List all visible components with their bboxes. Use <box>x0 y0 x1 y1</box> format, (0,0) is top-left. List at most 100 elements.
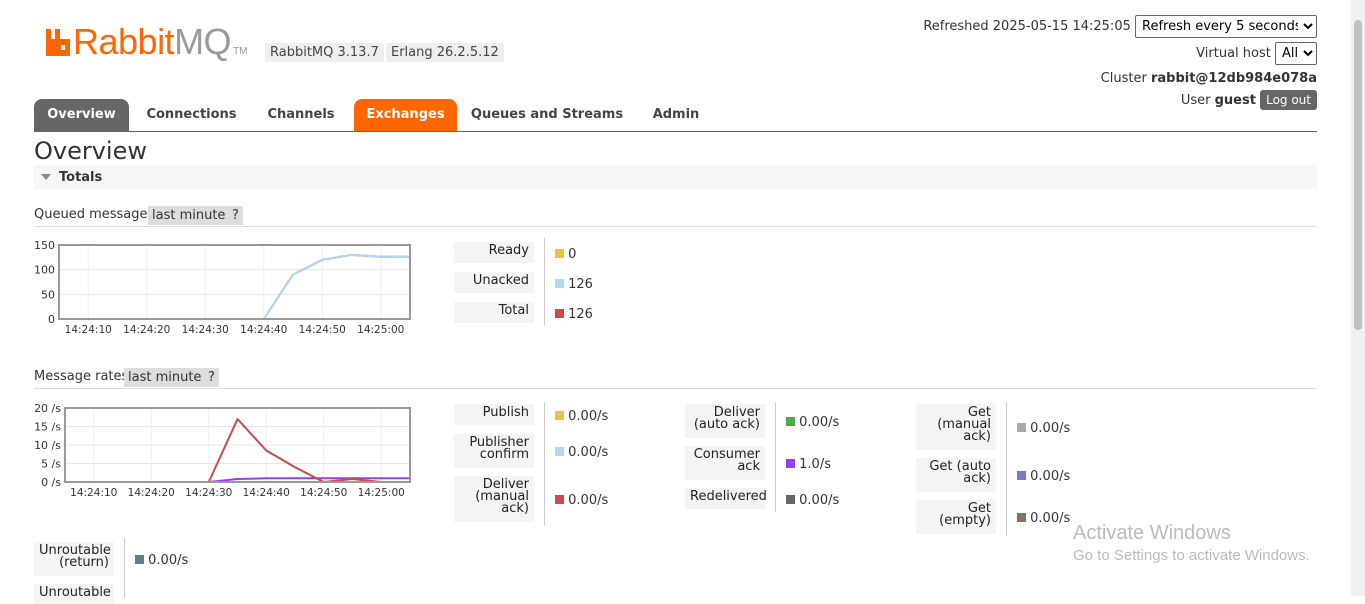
legend-consumer-ack-label: Consumer ack <box>685 446 765 480</box>
get-auto-ack-swatch <box>1017 471 1026 480</box>
legend-divider-col0 <box>124 538 125 598</box>
queued-range-button[interactable]: last minute <box>148 206 230 225</box>
section-title: Totals <box>59 170 103 185</box>
tab-channels[interactable]: Channels <box>256 99 346 131</box>
vhost-label: Virtual host <box>1196 46 1271 61</box>
activate-windows-subtitle: Go to Settings to activate Windows. <box>1073 547 1310 564</box>
legend-deliver-manual-ack-value: 0.00/s <box>555 493 608 508</box>
legend-get-manual-ack-label: Get (manual ack) <box>916 404 996 450</box>
tab-exchanges[interactable]: Exchanges <box>354 99 457 131</box>
rates-range-button[interactable]: last minute <box>124 368 206 387</box>
trademark: TM <box>233 46 248 57</box>
get-manual-ack-swatch <box>1017 423 1026 432</box>
cluster-row: Cluster rabbit@12db984e078a <box>1101 71 1317 86</box>
publish-swatch <box>555 411 564 420</box>
publisher-confirm-swatch <box>555 447 564 456</box>
main-nav-tabs: Overview Connections Channels Exchanges … <box>34 99 1317 132</box>
x-tick-label: 14:25:00 <box>358 487 405 499</box>
legend-divider-col1 <box>544 402 545 526</box>
deliver-manual-ack-swatch <box>555 495 564 504</box>
vhost-select[interactable]: All <box>1275 42 1317 65</box>
get-empty-swatch <box>1017 513 1026 522</box>
x-tick-label: 14:24:30 <box>185 487 232 499</box>
legend-total-label: Total <box>454 302 534 323</box>
rabbitmq-logo[interactable]: RabbitMQ TM <box>45 22 248 62</box>
legend-get-empty-value: 0.00/s <box>1017 511 1070 526</box>
legend-deliver-auto-ack-value: 0.00/s <box>786 415 839 430</box>
legend-redelivered-label: Redelivered <box>685 488 767 509</box>
legend-deliver-auto-ack-label: Deliver (auto ack) <box>685 404 765 438</box>
queued-help-button[interactable]: ? <box>228 206 243 225</box>
legend-get-auto-ack-label: Get (auto ack) <box>916 458 996 492</box>
refreshed-timestamp: Refreshed 2025-05-15 14:25:05 <box>923 19 1131 34</box>
erlang-version-badge: Erlang 26.2.5.12 <box>386 43 504 62</box>
message-rates-title: Message rates <box>34 369 129 384</box>
consumer-ack-swatch <box>786 459 795 468</box>
rates-help-button[interactable]: ? <box>204 368 219 387</box>
tab-overview[interactable]: Overview <box>34 99 129 131</box>
queued-messages-heading: Queued messages last minute ? <box>34 206 1317 227</box>
x-tick-label: 14:24:50 <box>299 324 346 336</box>
legend-publisher-confirm-label: Publisher confirm <box>454 434 534 468</box>
redelivered-swatch <box>786 495 795 504</box>
legend-redelivered-value: 0.00/s <box>786 493 839 508</box>
x-tick-label: 14:24:30 <box>182 324 229 336</box>
totals-section-header[interactable]: Totals <box>34 165 1317 189</box>
legend-get-auto-ack-value: 0.00/s <box>1017 469 1070 484</box>
y-tick-label: 0 /s <box>41 476 61 489</box>
legend-total-value: 126 <box>555 307 593 322</box>
legend-publisher-confirm-value: 0.00/s <box>555 445 608 460</box>
queued-messages-chart: 150 100 50 0 14:24:10 14:24:20 14:24:30 14:24:4… <box>34 239 411 336</box>
y-tick-label: 100 <box>34 264 55 277</box>
legend-consumer-ack-value: 1.0/s <box>786 457 831 472</box>
message-rates-chart: 20 /s 15 /s 10 /s 5 /s 0 /s 14:24:10 14:24:20 1… <box>34 402 411 499</box>
y-tick-label: 5 /s <box>41 458 61 471</box>
y-tick-label: 50 <box>41 288 55 301</box>
x-tick-label: 14:25:00 <box>357 324 404 336</box>
x-tick-label: 14:24:40 <box>243 487 290 499</box>
x-tick-label: 14:24:20 <box>123 324 170 336</box>
legend-divider-col3 <box>1006 402 1007 536</box>
refresh-interval-select[interactable]: Refresh every 5 seconds <box>1135 15 1317 38</box>
y-tick-label: 150 <box>34 239 55 252</box>
unroutable-return-swatch <box>135 555 144 564</box>
rabbitmq-logo-icon <box>46 29 70 56</box>
legend-get-empty-label: Get (empty) <box>916 500 996 534</box>
legend-publish-label: Publish <box>454 404 534 425</box>
tab-connections[interactable]: Connections <box>139 99 244 131</box>
x-tick-label: 14:24:20 <box>128 487 175 499</box>
legend-unroutable-drop-label: Unroutable <box>34 584 114 604</box>
y-tick-label: 0 <box>48 313 55 326</box>
vhost-row: Virtual host All <box>1196 42 1317 65</box>
activate-windows-title: Activate Windows <box>1073 522 1231 544</box>
queued-messages-title: Queued messages <box>34 207 155 222</box>
deliver-auto-ack-swatch <box>786 417 795 426</box>
legend-divider <box>544 238 545 326</box>
x-tick-label: 14:24:40 <box>240 324 287 336</box>
legend-ready-label: Ready <box>454 242 534 263</box>
rabbitmq-version-badge: RabbitMQ 3.13.7 <box>265 43 384 62</box>
legend-divider-col2 <box>775 402 776 512</box>
x-tick-label: 14:24:10 <box>65 324 112 336</box>
tab-queues-and-streams[interactable]: Queues and Streams <box>466 99 628 131</box>
y-tick-label: 10 /s <box>34 439 61 452</box>
refresh-row: Refreshed 2025-05-15 14:25:05 Refresh ev… <box>923 15 1317 38</box>
legend-unroutable-return-label: Unroutable (return) <box>34 542 114 576</box>
unacked-swatch <box>555 279 564 288</box>
tab-admin[interactable]: Admin <box>642 99 710 131</box>
legend-unroutable-return-value: 0.00/s <box>135 553 188 568</box>
scrollbar-thumb[interactable] <box>1354 20 1362 330</box>
collapse-triangle-icon <box>41 174 51 180</box>
legend-unacked-label: Unacked <box>454 272 534 293</box>
brand-name: RabbitMQ <box>73 21 232 62</box>
legend-publish-value: 0.00/s <box>555 409 608 424</box>
legend-ready-value: 0 <box>555 247 576 262</box>
page-title: Overview <box>34 137 147 165</box>
x-tick-label: 14:24:50 <box>300 487 347 499</box>
cluster-label: Cluster <box>1100 71 1147 86</box>
x-tick-label: 14:24:10 <box>70 487 117 499</box>
ready-swatch <box>555 249 564 258</box>
cluster-name: rabbit@12db984e078a <box>1150 71 1317 86</box>
message-rates-heading: Message rates last minute ? <box>34 368 1317 389</box>
y-tick-label: 15 /s <box>34 421 61 434</box>
